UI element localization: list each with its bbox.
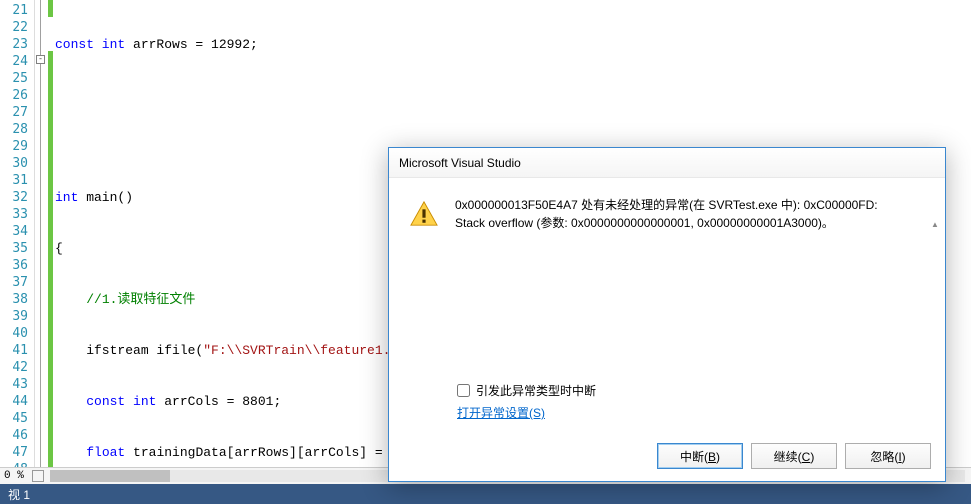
code-token: const int xyxy=(86,394,156,409)
line-number: 43 xyxy=(0,376,28,393)
break-on-exception-checkbox[interactable] xyxy=(457,384,470,397)
code-token: //1.读取特征文件 xyxy=(86,292,195,307)
line-number: 26 xyxy=(0,87,28,104)
code-token: int xyxy=(55,190,78,205)
scrollbar-thumb[interactable] xyxy=(50,470,170,482)
line-number: 36 xyxy=(0,257,28,274)
line-number: 23 xyxy=(0,36,28,53)
code-token: float xyxy=(86,445,125,460)
code-token: main() xyxy=(78,190,133,205)
dialog-message-line: 0x000000013F50E4A7 处有未经处理的异常(在 SVRTest.e… xyxy=(455,196,913,214)
line-number: 44 xyxy=(0,393,28,410)
line-number: 24 xyxy=(0,53,28,70)
fold-box-icon[interactable]: - xyxy=(36,55,45,64)
dialog-body: 0x000000013F50E4A7 处有未经处理的异常(在 SVRTest.e… xyxy=(389,178,945,433)
code-token xyxy=(55,445,86,460)
scroll-up-icon[interactable]: ▲ xyxy=(929,218,941,230)
code-line xyxy=(55,87,971,104)
dialog-scrollbar[interactable]: ▲ xyxy=(929,218,941,418)
line-number: 47 xyxy=(0,444,28,461)
line-number: 29 xyxy=(0,138,28,155)
line-number: 41 xyxy=(0,342,28,359)
line-number: 31 xyxy=(0,172,28,189)
line-number: 34 xyxy=(0,223,28,240)
line-number: 35 xyxy=(0,240,28,257)
line-number: 25 xyxy=(0,70,28,87)
zoom-percent: 0 % xyxy=(0,470,30,482)
line-number: 42 xyxy=(0,359,28,376)
code-token: arrCols = 8801; xyxy=(156,394,281,409)
line-number: 38 xyxy=(0,291,28,308)
line-number: 22 xyxy=(0,19,28,36)
line-number: 32 xyxy=(0,189,28,206)
exception-dialog: Microsoft Visual Studio 0x000000013F50E4… xyxy=(388,147,946,482)
line-number: 30 xyxy=(0,155,28,172)
line-number: 37 xyxy=(0,274,28,291)
dialog-message-line: Stack overflow (参数: 0x0000000000000001, … xyxy=(455,214,913,232)
line-number: 39 xyxy=(0,308,28,325)
change-marker-strip xyxy=(48,0,53,467)
dialog-button-row: 中断(B) 继续(C) 忽略(I) xyxy=(657,443,931,469)
open-exception-settings-link[interactable]: 打开异常设置(S) xyxy=(457,404,545,421)
continue-button[interactable]: 继续(C) xyxy=(751,443,837,469)
line-number: 28 xyxy=(0,121,28,138)
code-token: const int xyxy=(55,37,125,52)
warning-icon xyxy=(409,200,439,228)
fold-strip: - xyxy=(35,0,48,467)
line-number: 45 xyxy=(0,410,28,427)
break-button[interactable]: 中断(B) xyxy=(657,443,743,469)
line-number: 21 xyxy=(0,2,28,19)
dialog-title: Microsoft Visual Studio xyxy=(389,148,945,178)
line-number: 40 xyxy=(0,325,28,342)
code-token: arrRows = 12992; xyxy=(125,37,258,52)
line-number: 27 xyxy=(0,104,28,121)
zoom-dropdown-icon[interactable] xyxy=(32,470,44,482)
checkbox-label: 引发此异常类型时中断 xyxy=(476,382,596,399)
code-token xyxy=(55,394,86,409)
code-token xyxy=(55,292,86,307)
code-token: ifstream ifile( xyxy=(55,343,203,358)
bottom-panel-tab[interactable]: 视 1 xyxy=(0,484,971,504)
line-number: 33 xyxy=(0,206,28,223)
line-number-gutter: 2122232425262728293031323334353637383940… xyxy=(0,0,35,467)
line-number: 46 xyxy=(0,427,28,444)
ignore-button[interactable]: 忽略(I) xyxy=(845,443,931,469)
